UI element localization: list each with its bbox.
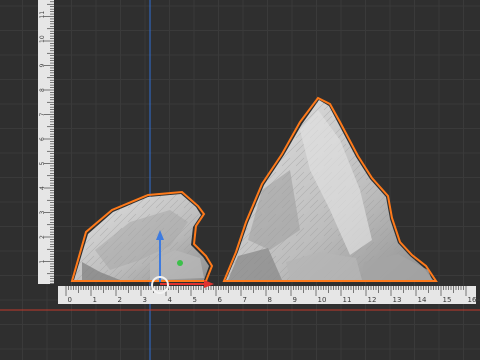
ruler-h-label: 7 [243,296,247,304]
ruler-v-label: 10 [39,35,46,43]
ruler-v-label: 5 [39,162,46,166]
floor-grid [0,0,480,360]
ruler-h-label: 11 [343,296,352,304]
ruler-h-label: 0 [68,296,72,304]
rock-small[interactable] [70,190,214,282]
ruler-h-label: 12 [368,296,377,304]
scene-canvas[interactable]: 1234567891011 0 1 2 3 4 5 6 7 8 9 10 11 12 13 14 15 16 [0,0,480,360]
ruler-h-label: 10 [318,296,327,304]
ruler-h-label: 5 [193,296,197,304]
horizontal-ruler: 0 1 2 3 4 5 6 7 8 9 10 11 12 13 14 15 16 [58,286,477,304]
ruler-h-label: 13 [393,296,402,304]
pivot-dot-icon[interactable] [177,260,183,266]
ruler-h-label: 1 [93,296,97,304]
ruler-h-label: 2 [118,296,122,304]
ruler-h-label: 4 [168,296,173,304]
vertical-ruler: 1 2 3 4 5 6 7 8 9 10 11 [38,0,54,287]
ruler-h-label: 14 [418,296,427,304]
ruler-h-label: 15 [443,296,452,304]
ruler-v-label: 1 [39,260,46,264]
ruler-v-label: 4 [39,186,46,190]
ruler-v-label: 6 [39,137,46,141]
ruler-h-label: 8 [268,296,272,304]
ruler-h-label: 16 [468,296,477,304]
rock-tall[interactable] [222,96,438,282]
ruler-h-label: 3 [143,296,147,304]
ruler-v-label: 8 [39,88,46,92]
ruler-h-label: 9 [293,296,297,304]
ruler-v-label: 9 [39,64,46,68]
ruler-v-label: 11 [39,11,46,19]
ruler-v-label: 3 [39,211,46,215]
ruler-v-label: 7 [39,113,46,117]
3d-viewport[interactable]: 1 2 3 4 5 6 7 8 9 10 11 0 1 2 3 4 5 6 7 8 9 10 11 12 13 14 15 16 [0,0,480,360]
ruler-v-label: 2 [39,235,46,239]
ruler-h-label: 6 [218,296,223,304]
